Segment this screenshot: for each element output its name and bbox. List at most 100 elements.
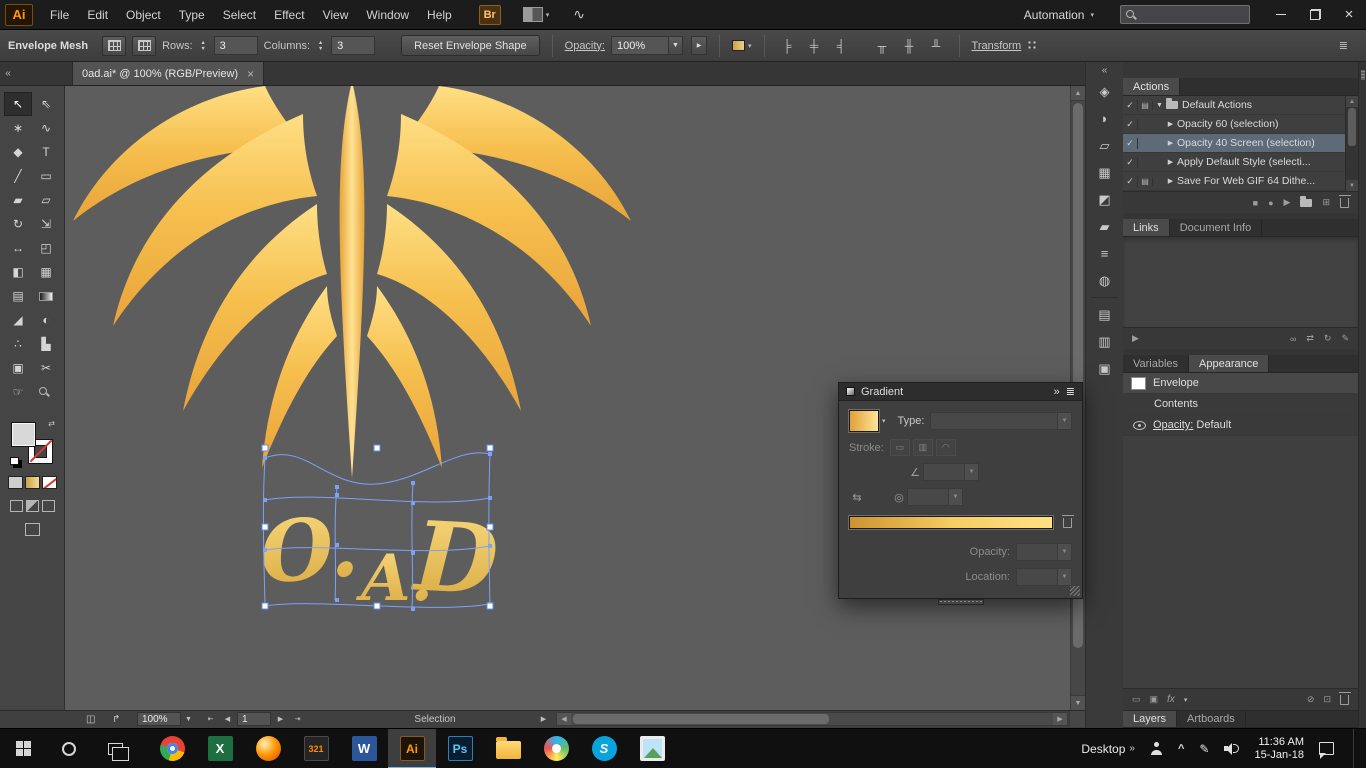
transform-link[interactable]: Transform bbox=[972, 40, 1022, 52]
add-effect-icon[interactable]: fx bbox=[1167, 694, 1175, 705]
pen-icon[interactable]: ✎ bbox=[1199, 742, 1209, 756]
desktop-toolbar[interactable]: Desktop » bbox=[1081, 742, 1135, 756]
stroke-gradient-along-icon[interactable]: ▥ bbox=[912, 439, 933, 456]
delete-icon[interactable] bbox=[1338, 194, 1351, 208]
scroll-down-icon[interactable]: ▼ bbox=[1346, 180, 1358, 191]
chevron-down-icon[interactable]: ▼ bbox=[965, 463, 979, 481]
gradient-panel[interactable]: Gradient » ≣ ▾ Type: ▼ Stroke: ▭ ▥ ◠ ∠ ▼… bbox=[838, 382, 1083, 605]
action-row[interactable]: ✓ ▶ Opacity 60 (selection) bbox=[1123, 115, 1358, 134]
align-left-icon[interactable]: ╞ bbox=[777, 37, 798, 55]
last-artboard-icon[interactable]: ⇥ bbox=[290, 715, 305, 723]
stop-icon[interactable]: ■ bbox=[1253, 198, 1258, 208]
none-button[interactable] bbox=[41, 476, 57, 489]
duplicate-item-icon[interactable]: ⊡ bbox=[1323, 694, 1331, 705]
go-to-link-icon[interactable]: ▶ bbox=[1132, 333, 1139, 344]
expand-panels-icon[interactable]: « bbox=[1086, 62, 1123, 78]
default-fill-stroke-icon[interactable] bbox=[10, 457, 19, 465]
columns-input[interactable]: 3 bbox=[331, 36, 376, 55]
tab-document-info[interactable]: Document Info bbox=[1170, 219, 1263, 236]
align-bottom-icon[interactable]: ╨ bbox=[926, 37, 947, 55]
reverse-gradient-icon[interactable]: ⇆ bbox=[849, 491, 865, 504]
dock-icon-navigator[interactable]: ◍ bbox=[1086, 267, 1123, 294]
taskbar-app-photoshop[interactable]: Ps bbox=[436, 729, 484, 768]
taskbar-app-file-explorer[interactable] bbox=[484, 729, 532, 768]
workspace-switcher[interactable]: Automation ▾ bbox=[1024, 8, 1094, 22]
play-icon[interactable]: ▶ bbox=[1284, 197, 1291, 208]
tool-artboard[interactable]: ▣ bbox=[4, 356, 32, 380]
scroll-up-icon[interactable]: ▲ bbox=[1071, 86, 1085, 101]
tool-blend[interactable]: ◐ bbox=[32, 308, 60, 332]
action-row[interactable]: ✓ ▤ ▶ Save For Web GIF 64 Dithe... bbox=[1123, 172, 1358, 191]
action-check-icon[interactable]: ✓ bbox=[1123, 99, 1138, 111]
edit-envelope-button[interactable] bbox=[102, 35, 127, 56]
expander-right-icon[interactable]: ▶ bbox=[1164, 177, 1177, 185]
chevron-down-icon[interactable]: ▼ bbox=[949, 488, 963, 506]
status-popup-icon[interactable]: ▶ bbox=[536, 711, 551, 727]
taskbar-app-photos[interactable] bbox=[628, 729, 676, 768]
chevron-down-icon[interactable]: ▼ bbox=[181, 716, 196, 723]
rows-stepper[interactable]: ▲ ▼ bbox=[199, 40, 208, 52]
taskbar-app-media[interactable] bbox=[532, 729, 580, 768]
dock-icon-brushes[interactable]: ▰ bbox=[1086, 213, 1123, 240]
chevron-down-icon[interactable]: ▼ bbox=[669, 36, 683, 55]
dock-icon-swatches[interactable]: ▦ bbox=[1086, 159, 1123, 186]
menu-select[interactable]: Select bbox=[214, 0, 265, 30]
tab-layers[interactable]: Layers bbox=[1123, 711, 1178, 727]
cortana-button[interactable] bbox=[46, 729, 92, 768]
swap-fill-stroke-icon[interactable]: ⇄ bbox=[48, 419, 55, 428]
collapse-toolbar-icon[interactable]: « bbox=[0, 62, 16, 85]
fill-swatch[interactable] bbox=[11, 422, 36, 447]
new-action-icon[interactable]: ⊞ bbox=[1322, 197, 1330, 208]
gradient-panel-header[interactable]: Gradient » ≣ bbox=[839, 383, 1082, 401]
status-icon-2[interactable]: ↱ bbox=[112, 711, 120, 727]
dock-icon-image-trace[interactable]: ▣ bbox=[1086, 355, 1123, 382]
delete-icon[interactable] bbox=[1338, 691, 1351, 705]
tab-artboards[interactable]: Artboards bbox=[1177, 711, 1246, 727]
new-fill-icon[interactable]: ▣ bbox=[1150, 694, 1159, 705]
align-top-icon[interactable]: ╥ bbox=[872, 37, 893, 55]
taskbar-app-skype[interactable]: S bbox=[580, 729, 628, 768]
search-input[interactable] bbox=[1140, 8, 1244, 21]
stroke-gradient-within-icon[interactable]: ▭ bbox=[889, 439, 910, 456]
tool-pencil[interactable]: ▱ bbox=[32, 188, 60, 212]
taskbar-app-word[interactable]: W bbox=[340, 729, 388, 768]
tab-variables[interactable]: Variables bbox=[1123, 355, 1190, 372]
next-artboard-icon[interactable]: ▶ bbox=[273, 715, 288, 723]
tool-magic-wand[interactable]: ∗ bbox=[4, 116, 32, 140]
start-button[interactable] bbox=[0, 729, 46, 768]
taskbar-clock[interactable]: 11:36 AM 15-Jan-18 bbox=[1254, 736, 1304, 762]
scroll-thumb[interactable] bbox=[1348, 108, 1356, 146]
tool-hand[interactable]: ☞ bbox=[4, 380, 32, 404]
resize-grip-icon[interactable] bbox=[1070, 586, 1080, 596]
zoom-value[interactable]: 100% bbox=[137, 712, 181, 726]
tool-lasso[interactable]: ∿ bbox=[32, 116, 60, 140]
gradient-angle-field[interactable] bbox=[923, 463, 965, 481]
previous-artboard-icon[interactable]: ◀ bbox=[220, 715, 235, 723]
color-button[interactable] bbox=[7, 476, 23, 489]
tool-free-transform[interactable]: ◰ bbox=[32, 236, 60, 260]
draw-inside-button[interactable] bbox=[41, 500, 55, 512]
menu-type[interactable]: Type bbox=[170, 0, 214, 30]
tool-slice[interactable]: ✂ bbox=[32, 356, 60, 380]
panel-menu-icon[interactable]: ≣ bbox=[1066, 385, 1075, 398]
taskbar-app-firefox[interactable] bbox=[244, 729, 292, 768]
record-icon[interactable]: ● bbox=[1268, 198, 1273, 208]
tool-rotate[interactable]: ↻ bbox=[4, 212, 32, 236]
taskbar-app-illustrator[interactable]: Ai bbox=[388, 728, 436, 768]
opacity-link[interactable]: Opacity: bbox=[1153, 419, 1193, 431]
screen-mode-button[interactable] bbox=[24, 523, 40, 536]
tool-gradient[interactable] bbox=[32, 284, 60, 308]
close-tab-icon[interactable]: × bbox=[247, 67, 254, 81]
minimize-button[interactable] bbox=[1264, 0, 1298, 29]
tool-type[interactable]: T bbox=[32, 140, 60, 164]
menu-edit[interactable]: Edit bbox=[78, 0, 117, 30]
tool-zoom[interactable] bbox=[32, 380, 60, 404]
tab-actions[interactable]: Actions bbox=[1123, 78, 1181, 95]
chevrons-icon[interactable]: » bbox=[1129, 743, 1135, 754]
draw-normal-button[interactable] bbox=[9, 500, 23, 512]
tool-rectangle[interactable]: ▭ bbox=[32, 164, 60, 188]
first-artboard-icon[interactable]: ⇤ bbox=[203, 715, 218, 723]
menu-object[interactable]: Object bbox=[117, 0, 170, 30]
restore-button[interactable] bbox=[1298, 0, 1332, 29]
style-dropdown[interactable]: ▾ bbox=[732, 40, 752, 51]
